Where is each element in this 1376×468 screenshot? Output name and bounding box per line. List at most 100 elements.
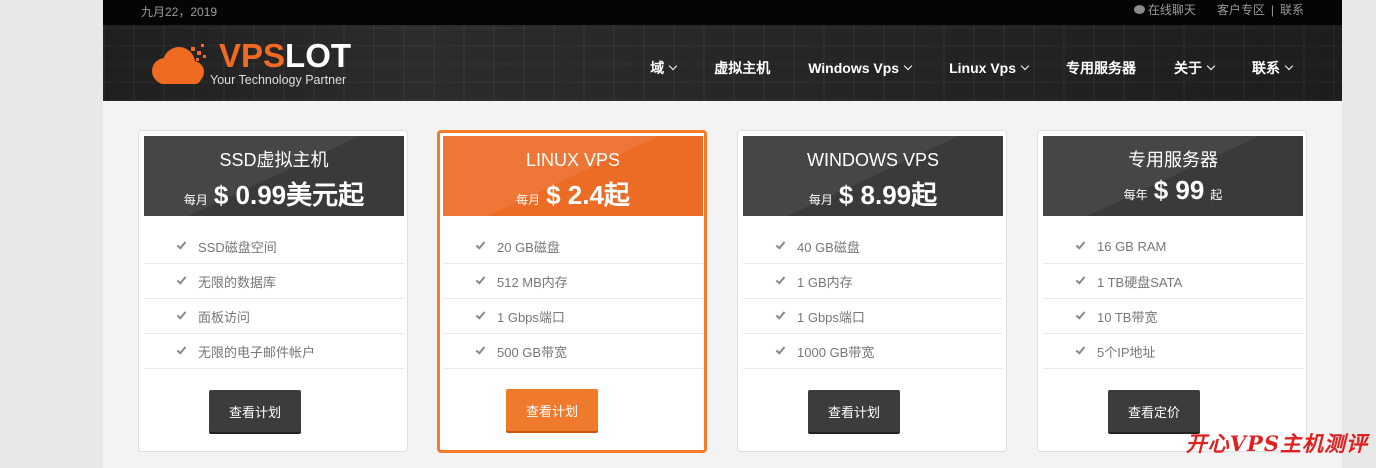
pricing-card-dedicated-server: 专用服务器 每年 $ 99 起 16 GB RAM 1 TB硬盘SATA 10 … [1037, 130, 1307, 452]
check-icon [775, 274, 786, 285]
pricing-card-linux-vps: LINUX VPS 每月 $ 2.4起 20 GB磁盘 512 MB内存 1 G… [437, 130, 707, 453]
feature-item: 500 GB带宽 [443, 334, 703, 369]
check-icon [176, 309, 187, 320]
feature-item: 10 TB带宽 [1043, 299, 1303, 334]
feature-item: 1 Gbps端口 [743, 299, 1003, 334]
brand-lot: LOT [285, 37, 352, 74]
chat-icon [1133, 5, 1145, 14]
feature-item: 无限的电子邮件帐户 [144, 334, 404, 369]
brand-vps: VPS [219, 37, 286, 74]
feature-text: 20 GB磁盘 [497, 239, 560, 255]
price-line: 每月 $ 0.99美元起 [144, 175, 404, 212]
date-text: 九月22，2019 [141, 5, 218, 19]
nav-item-domain[interactable]: 域 [650, 58, 678, 78]
nav-label: 关于 [1174, 60, 1202, 76]
check-icon [1075, 309, 1086, 320]
card-title: 专用服务器 [1128, 150, 1218, 170]
feature-item: 20 GB磁盘 [443, 229, 703, 264]
check-icon [775, 344, 786, 355]
nav-item-about[interactable]: 关于 [1174, 58, 1216, 78]
nav-label: Linux Vps [949, 60, 1016, 76]
feature-item: 40 GB磁盘 [743, 229, 1003, 264]
chevron-down-icon [1206, 61, 1216, 71]
check-icon [176, 239, 187, 250]
feature-item: 1 TB硬盘SATA [1043, 264, 1303, 299]
feature-text: SSD磁盘空间 [198, 239, 277, 255]
view-plan-button[interactable]: 查看计划 [209, 390, 301, 432]
check-icon [775, 239, 786, 250]
main-nav: 域 虚拟主机 Windows Vps Linux Vps 专用服务器 关于 联系 [612, 58, 1294, 78]
view-pricing-button[interactable]: 查看定价 [1108, 390, 1200, 432]
feature-text: 1 GB内存 [797, 274, 853, 290]
nav-item-contact[interactable]: 联系 [1252, 58, 1294, 78]
feature-item: 1 GB内存 [743, 264, 1003, 299]
feature-item: 1000 GB带宽 [743, 334, 1003, 369]
nav-item-dedicated[interactable]: 专用服务器 [1066, 58, 1136, 78]
chevron-down-icon [1284, 61, 1294, 71]
chevron-down-icon [668, 61, 678, 71]
brand-name: VPSLOT [219, 37, 351, 75]
price-period: 每月 [808, 193, 833, 207]
feature-item: 512 MB内存 [443, 264, 703, 299]
card-header: WINDOWS VPS 每月 $ 8.99起 [743, 136, 1003, 216]
price-suffix: 起 [1210, 188, 1223, 202]
check-icon [1075, 344, 1086, 355]
nav-label: 域 [650, 60, 665, 76]
check-icon [1075, 274, 1086, 285]
logo[interactable]: VPSLOT Your Technology Partner [147, 37, 357, 92]
feature-text: 1000 GB带宽 [797, 344, 875, 360]
price-period: 每月 [183, 193, 208, 207]
nav-label: 虚拟主机 [714, 60, 771, 76]
price-value: $ 8.99起 [838, 180, 938, 210]
feature-text: 面板访问 [198, 309, 251, 325]
feature-item: 16 GB RAM [1043, 229, 1303, 264]
feature-text: 1 TB硬盘SATA [1097, 274, 1183, 290]
card-title: WINDOWS VPS [806, 150, 939, 170]
nav-item-hosting[interactable]: 虚拟主机 [714, 58, 770, 78]
price-value: $ 2.4起 [546, 180, 630, 210]
check-icon [176, 274, 187, 285]
feature-list: 20 GB磁盘 512 MB内存 1 Gbps端口 500 GB带宽 [443, 229, 703, 369]
price-period: 每月 [516, 193, 541, 207]
contact-link[interactable]: 联系 [1280, 1, 1304, 18]
check-icon [475, 309, 486, 320]
feature-list: SSD磁盘空间 无限的数据库 面板访问 无限的电子邮件帐户 [144, 229, 404, 369]
card-header: LINUX VPS 每月 $ 2.4起 [443, 136, 703, 216]
check-icon [475, 239, 486, 250]
card-title: LINUX VPS [525, 150, 621, 170]
nav-label: Windows Vps [808, 60, 900, 76]
live-chat-link[interactable]: 在线聊天 [1148, 1, 1196, 18]
feature-text: 无限的数据库 [198, 274, 277, 290]
feature-item: 5个IP地址 [1043, 334, 1303, 369]
nav-item-linux-vps[interactable]: Linux Vps [949, 58, 1030, 78]
check-icon [176, 344, 187, 355]
cloud-logo-icon [152, 44, 206, 84]
pricing-card-windows-vps: WINDOWS VPS 每月 $ 8.99起 40 GB磁盘 1 GB内存 1 … [737, 130, 1007, 452]
card-header: SSD虚拟主机 每月 $ 0.99美元起 [144, 136, 404, 216]
tagline: Your Technology Partner [210, 73, 347, 87]
feature-text: 40 GB磁盘 [797, 239, 860, 255]
nav-label: 专用服务器 [1066, 60, 1136, 76]
nav-item-windows-vps[interactable]: Windows Vps [808, 58, 913, 78]
pricing-card-ssd-hosting: SSD虚拟主机 每月 $ 0.99美元起 SSD磁盘空间 无限的数据库 面板访问… [138, 130, 408, 452]
separator: | [1270, 2, 1274, 17]
card-title: SSD虚拟主机 [219, 150, 329, 170]
feature-item: 1 Gbps端口 [443, 299, 703, 334]
watermark: 开心VPS主机测评 [1185, 431, 1368, 456]
price-line: 每年 $ 99 起 [1043, 175, 1303, 206]
view-plan-button[interactable]: 查看计划 [808, 390, 900, 432]
feature-text: 无限的电子邮件帐户 [198, 344, 316, 360]
customer-area-link[interactable]: 客户专区 [1217, 1, 1265, 18]
price-line: 每月 $ 2.4起 [443, 175, 703, 212]
feature-text: 5个IP地址 [1097, 344, 1156, 360]
feature-text: 512 MB内存 [497, 274, 568, 290]
price-line: 每月 $ 8.99起 [743, 175, 1003, 212]
nav-label: 联系 [1252, 60, 1280, 76]
price-period: 每年 [1123, 188, 1148, 202]
view-plan-button[interactable]: 查看计划 [506, 389, 598, 431]
header: VPSLOT Your Technology Partner 域 虚拟主机 Wi… [103, 25, 1342, 101]
feature-text: 10 TB带宽 [1097, 309, 1158, 325]
site-container: 九月22，2019 在线聊天 客户专区 | 联系 VPSLOT Your Tec… [103, 0, 1342, 468]
feature-list: 40 GB磁盘 1 GB内存 1 Gbps端口 1000 GB带宽 [743, 229, 1003, 369]
chevron-down-icon [903, 61, 913, 71]
